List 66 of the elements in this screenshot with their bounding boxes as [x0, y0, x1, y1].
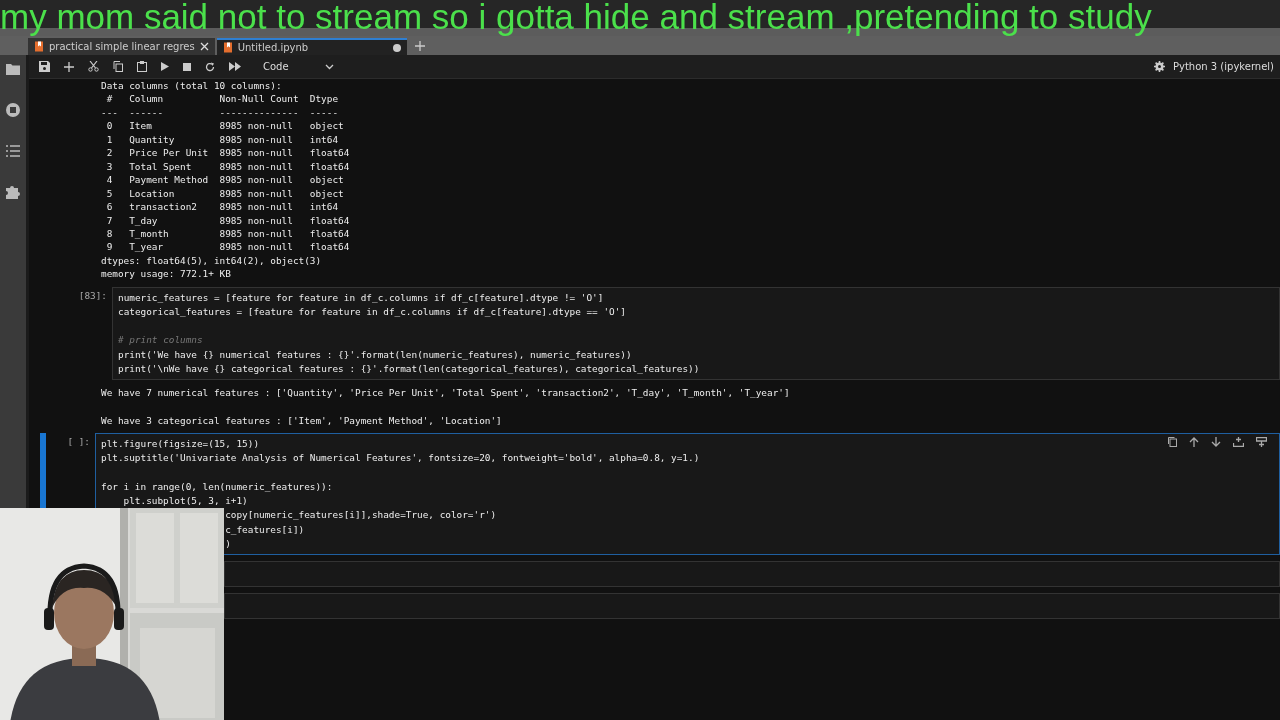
output-line: memory usage: 772.1+ KB [101, 267, 231, 281]
empty-code-cell[interactable] [224, 593, 1280, 620]
arrow-down-icon[interactable] [1211, 437, 1221, 448]
cell-prompt: [ ]: [67, 436, 90, 448]
play-icon[interactable] [161, 62, 169, 71]
arrow-up-icon[interactable] [1189, 437, 1199, 448]
notebook-tab[interactable]: practical simple linear regres [28, 38, 215, 55]
output-line: We have 7 numerical features : ['Quantity', 'Price Per Unit', 'Total Spent', 'transaction2', 'T_day', 'T_month', 'T_year'] [101, 386, 790, 400]
restart-icon[interactable] [205, 61, 215, 72]
add-tab-icon[interactable] [414, 41, 425, 51]
output-line: 3 Total Spent 8985 non-null float64 [105, 159, 350, 174]
code-line: plt.figure(figsize=(15, 15)) [101, 437, 260, 452]
insert-below-icon[interactable] [1256, 437, 1267, 448]
output-line: dtypes: float64(5), int64(2), object(3) [101, 253, 322, 268]
output-line: 0 Item 8985 non-null object [105, 119, 344, 133]
stop-icon[interactable] [183, 62, 191, 71]
copy-icon[interactable] [113, 61, 123, 72]
duplicate-icon[interactable] [1168, 437, 1177, 448]
output-line: 8 T_month 8985 non-null float64 [105, 227, 350, 241]
output-line: # Column Non-Null Count Dtype [105, 92, 339, 106]
output-line: 7 T_day 8985 non-null float64 [105, 213, 350, 227]
code-line: print('\nWe have {} categorical features : {}'.format(len(categorical_features), categorical_features)) [118, 362, 700, 376]
notebook-tab[interactable]: Untitled.ipynb [216, 38, 407, 55]
output-line: 2 Price Per Unit 8985 non-null float64 [105, 146, 350, 160]
output-line: Data columns (total 10 columns): [101, 79, 282, 93]
output-line: --- ------ -------------- ----- [101, 105, 339, 120]
code-line: ) [225, 536, 231, 551]
folder-icon[interactable] [6, 63, 20, 75]
code-line: plt.subplot(5, 3, i+1) [122, 494, 248, 509]
fast-forward-icon[interactable] [229, 62, 241, 71]
clipboard-icon[interactable] [137, 61, 147, 72]
output-line: 4 Payment Method 8985 non-null object [105, 173, 344, 187]
cell-type-dropdown[interactable]: Code [259, 59, 338, 74]
gear-icon[interactable] [1153, 61, 1165, 72]
code-line: categorical_features = [feature for feature in df_c.columns if df_c[feature].dtype == 'O'] [118, 305, 626, 320]
add-icon[interactable] [64, 61, 74, 72]
notebook-icon [222, 42, 233, 53]
scissors-icon[interactable] [88, 61, 99, 72]
code-editor[interactable] [112, 286, 1280, 381]
save-icon[interactable] [39, 61, 50, 72]
code-line: for i in range(0, len(numeric_features)): [101, 479, 333, 494]
kernel-name[interactable]: Python 3 (ipykernel) [1172, 61, 1274, 72]
output-line: 1 Quantity 8985 non-null int64 [105, 132, 339, 147]
stop-circle-icon[interactable] [6, 103, 20, 117]
output-line: 9 T_year 8985 non-null float64 [105, 240, 350, 254]
output-line: 5 Location 8985 non-null object [105, 186, 344, 201]
code-line: plt.suptitle('Univariate Analysis of Numerical Features', fontsize=20, fontweight='bold', alpha=0.8, y=1.) [101, 451, 700, 466]
code-line: c_features[i]) [225, 522, 305, 537]
empty-code-cell[interactable] [224, 561, 1280, 588]
output-line: We have 3 categorical features : ['Item', 'Payment Method', 'Location'] [101, 413, 502, 428]
insert-above-icon[interactable] [1233, 437, 1244, 448]
caret-icon [324, 63, 334, 70]
output-line: 6 transaction2 8985 non-null int64 [105, 200, 339, 214]
code-line: copy[numeric_features[i]],shade=True, color='r') [225, 508, 497, 523]
puzzle-icon[interactable] [6, 185, 20, 199]
code-comment: # print columns [118, 333, 203, 348]
close-icon[interactable] [199, 42, 209, 51]
tab-label: Untitled.ipynb [237, 42, 310, 53]
cell-prompt: [83]: [78, 289, 107, 301]
code-editor[interactable] [95, 433, 1280, 556]
code-line: print('We have {} numerical features : {}'.format(len(numeric_features), numeric_features)) [118, 347, 632, 362]
overlay-caption: my mom said not to stream so i gotta hide and stream ,pretending to study [0, 0, 1152, 34]
notebook-icon [34, 41, 44, 52]
tab-label: practical simple linear regres [49, 41, 195, 52]
list-icon[interactable] [6, 145, 20, 157]
code-line: numeric_features = [feature for feature in df_c.columns if df_c[feature].dtype != 'O'] [118, 290, 604, 305]
